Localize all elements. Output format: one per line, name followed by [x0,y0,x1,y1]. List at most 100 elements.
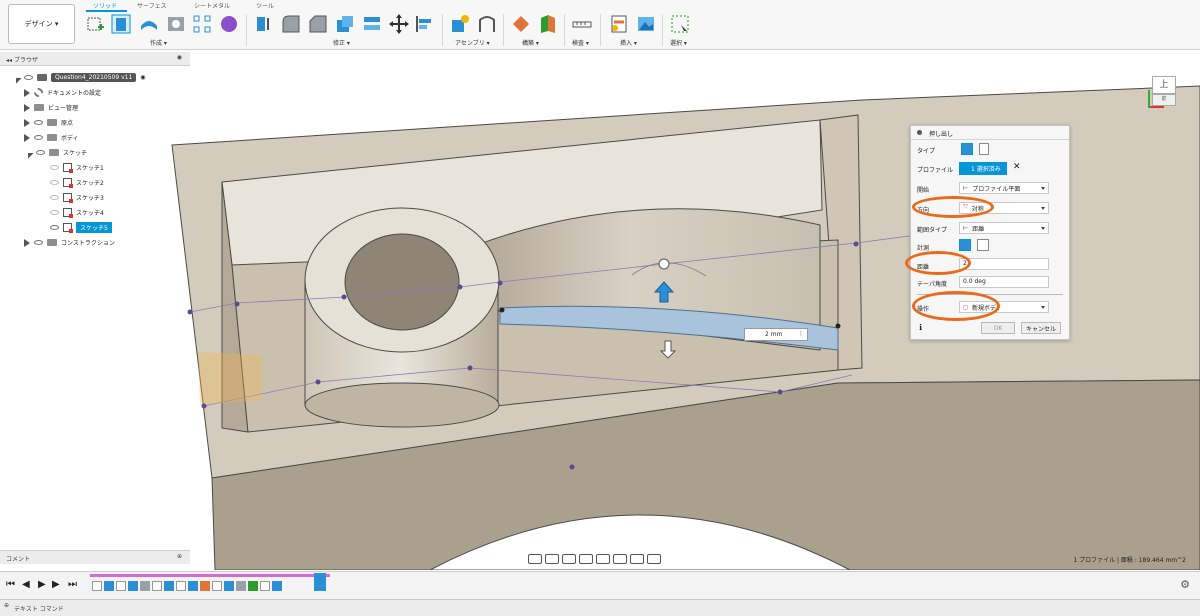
visibility-eye-icon[interactable] [50,210,59,215]
joint-icon[interactable] [477,14,497,34]
info-icon[interactable]: ℹ [919,323,922,332]
timeline-sketch-feature[interactable] [152,581,162,591]
visibility-eye-icon[interactable] [24,75,33,80]
design-workspace-button[interactable]: デザイン ▾ [8,4,75,44]
extrude-type-solid-icon[interactable] [961,143,973,155]
sketch-point[interactable] [497,280,503,286]
timeline-track[interactable] [90,573,330,596]
tree-item-sketch[interactable]: スケッチ4 [50,206,104,219]
start-dropdown[interactable]: ⊢ プロファイル平面 [959,182,1049,194]
insert-image-icon[interactable] [636,14,656,34]
offset-plane-icon[interactable] [511,14,531,34]
view-cube[interactable]: 上 前 [1146,72,1180,112]
hole-icon[interactable] [166,14,186,34]
shell-icon[interactable] [335,14,355,34]
sketch-point[interactable] [499,307,505,313]
go-to-start-icon[interactable]: ⏮ [6,579,15,590]
new-component-icon[interactable] [450,14,470,34]
timeline-sketch-feature[interactable] [116,581,126,591]
cancel-button[interactable]: キャンセル [1021,322,1061,334]
fillet-icon[interactable] [281,14,301,34]
tree-item-document-settings[interactable]: ドキュメントの設定 [24,86,101,99]
sketch-point[interactable] [457,284,463,290]
timeline-extrude-feature[interactable] [224,581,234,591]
tree-item-construction[interactable]: コンストラクション [24,236,115,249]
comment-panel[interactable]: コメント ⊕ [0,550,190,564]
look-at-icon[interactable] [545,553,559,564]
tree-item-sketch[interactable]: スケッチ1 [50,161,104,174]
visibility-eye-icon[interactable] [50,180,59,185]
add-comment-icon[interactable]: ⊕ [177,553,182,560]
step-back-icon[interactable]: ◀ [22,579,30,590]
extrude-icon[interactable] [111,14,131,34]
zoom-icon[interactable] [579,553,593,564]
timeline-fillet-feature[interactable] [140,581,150,591]
timeline-sketch-feature[interactable] [176,581,186,591]
sketch-point[interactable] [835,323,841,329]
timeline-sketch-feature[interactable] [260,581,270,591]
tab-tools[interactable]: ツール [256,1,274,10]
display-settings-icon[interactable] [613,553,627,564]
timeline-extrude-feature[interactable] [104,581,114,591]
browser-header[interactable]: ◂◂ ブラウザ ◉ [0,52,190,66]
timeline-sketch-feature[interactable] [212,581,222,591]
timeline-sketch-feature[interactable] [92,581,102,591]
view-cube-top[interactable]: 上 [1152,76,1176,94]
expand-arrow-icon[interactable] [24,133,30,142]
combine-icon[interactable] [362,14,382,34]
viewports-icon[interactable] [647,553,661,564]
visibility-eye-icon[interactable] [34,240,43,245]
plane-at-angle-icon[interactable] [538,14,558,34]
collapse-arrow-icon[interactable] [10,71,22,84]
view-cube-front[interactable]: 前 [1152,94,1176,106]
tree-item-sketch-active[interactable]: スケッチ5 [50,221,112,234]
tree-item-named-views[interactable]: ビュー管理 [24,101,78,114]
ok-button[interactable]: OK [981,322,1015,334]
expand-arrow-icon[interactable] [24,118,30,127]
orbit-icon[interactable] [528,553,542,564]
play-icon[interactable]: ▶ [38,579,46,590]
sketch-point[interactable] [201,403,207,409]
assemble-group-label[interactable]: アセンブリ ▾ [455,38,490,47]
extent-dropdown[interactable]: ⊢ 距離 [959,222,1049,234]
move-icon[interactable] [389,14,409,34]
timeline-plane-feature[interactable] [200,581,210,591]
timeline-extrude-feature[interactable] [164,581,174,591]
sketch-point[interactable] [569,464,575,470]
tab-sheetmetal[interactable]: シートメタル [194,1,230,10]
go-to-end-icon[interactable]: ⏭ [68,579,77,590]
add-icon[interactable]: ⊕ [4,602,9,609]
measure-profile-icon[interactable] [959,239,971,251]
step-forward-icon[interactable]: ▶ [52,579,60,590]
sketch-point[interactable] [341,294,347,300]
fit-icon[interactable] [596,553,610,564]
create-sketch-icon[interactable] [86,14,106,34]
visibility-eye-icon[interactable] [50,195,59,200]
tab-solid[interactable]: ソリッド [93,1,117,10]
modify-group-label[interactable]: 修正 ▾ [333,38,350,47]
tree-item-sketch[interactable]: スケッチ3 [50,191,104,204]
collapse-icon[interactable]: ◂◂ [6,57,14,64]
extrude-type-thin-icon[interactable] [979,143,989,155]
grid-icon[interactable] [630,553,644,564]
profile-select-button[interactable]: 1 選択済み [959,162,1007,175]
pattern-icon[interactable] [192,14,212,34]
timeline-plane-feature[interactable] [248,581,258,591]
pan-icon[interactable] [562,553,576,564]
distance-input[interactable]: 2 [959,258,1049,270]
select-group-label[interactable]: 選択 ▾ [670,38,687,47]
sketch-point[interactable] [467,365,473,371]
expand-arrow-icon[interactable] [24,238,30,247]
insert-svg-icon[interactable] [609,14,629,34]
tree-item-sketch[interactable]: スケッチ2 [50,176,104,189]
tree-root[interactable]: Question4_20210509 v11 ◉ [10,71,146,84]
create-group-label[interactable]: 作成 ▾ [150,38,167,47]
tree-item-sketches[interactable]: スケッチ [22,146,87,159]
visibility-eye-icon[interactable] [34,120,43,125]
inspect-group-label[interactable]: 検査 ▾ [572,38,589,47]
tree-item-bodies[interactable]: ボディ [24,131,79,144]
taper-input[interactable]: 0.0 deg [959,276,1049,288]
align-icon[interactable] [414,14,434,34]
timeline-fillet-feature[interactable] [236,581,246,591]
visibility-eye-icon[interactable] [36,150,45,155]
